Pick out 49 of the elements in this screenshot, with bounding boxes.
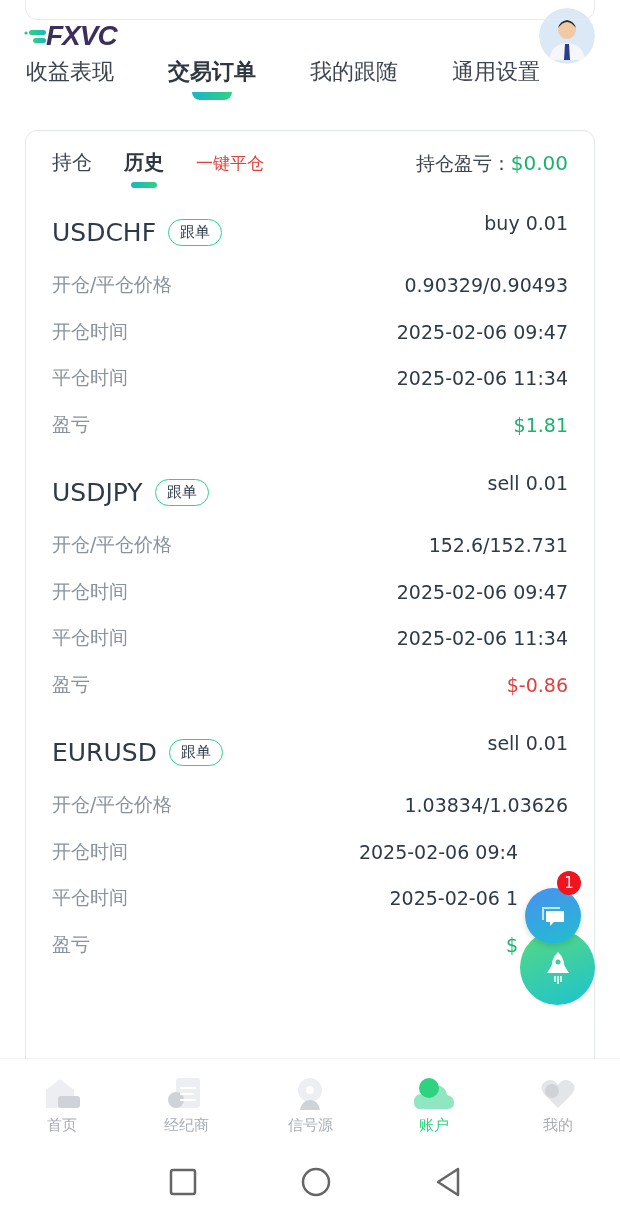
- recent-apps-icon[interactable]: [169, 1168, 197, 1196]
- field-value: 2025-02-06 1: [389, 887, 518, 910]
- avatar[interactable]: [539, 8, 595, 64]
- home-button-icon[interactable]: [301, 1167, 331, 1197]
- notification-badge: 1: [557, 871, 581, 895]
- field-label: 开仓时间: [52, 578, 128, 604]
- field-value: $1.81: [513, 413, 568, 436]
- chat-button[interactable]: [525, 888, 581, 944]
- field-value: 2025-02-06 09:47: [396, 320, 568, 343]
- tab[interactable]: 交易订单: [168, 54, 256, 100]
- chat-icon: [540, 905, 566, 927]
- rocket-icon: [544, 950, 571, 985]
- field-value: 0.90329/0.90493: [404, 274, 568, 297]
- pnl-value: $0.00: [510, 150, 568, 175]
- side-lot: sell 0.01: [487, 472, 568, 494]
- field-value: 2025-02-06 11:34: [396, 367, 568, 390]
- logo: FXVC: [46, 22, 117, 50]
- cloud-icon: [412, 1075, 456, 1112]
- field-value: 2025-02-06 09:47: [396, 580, 568, 603]
- field-label: 开仓时间: [52, 318, 128, 344]
- subtab[interactable]: 历史: [124, 139, 164, 188]
- field-value: 2025-02-06 11:34: [396, 627, 568, 650]
- subtab[interactable]: 持仓: [52, 139, 92, 188]
- close-all-link[interactable]: 一键平仓: [196, 152, 264, 175]
- field-label: 平仓时间: [52, 885, 128, 911]
- field-label: 盈亏: [52, 411, 90, 437]
- field-label: 平仓时间: [52, 625, 128, 651]
- side-lot: buy 0.01: [484, 212, 568, 234]
- field-label: 盈亏: [52, 671, 90, 697]
- tab[interactable]: 收益表现: [26, 54, 114, 100]
- field-label: 开仓时间: [52, 838, 128, 864]
- pnl-label: 持仓盈亏：: [415, 150, 511, 176]
- field-value: $-0.86: [506, 673, 568, 696]
- back-icon[interactable]: [435, 1167, 461, 1197]
- symbol: EURUSD: [52, 737, 157, 767]
- symbol: USDCHF: [52, 217, 157, 247]
- field-value: 1.03834/1.03626: [404, 794, 568, 817]
- field-value: $: [505, 933, 518, 956]
- tab[interactable]: 通用设置: [452, 54, 540, 100]
- field-label: 平仓时间: [52, 365, 128, 391]
- field-label: 开仓/平仓价格: [52, 792, 173, 818]
- field-label: 盈亏: [52, 931, 90, 957]
- symbol: USDJPY: [52, 477, 143, 507]
- field-value: 2025-02-06 09:4: [358, 840, 518, 863]
- field-label: 开仓/平仓价格: [52, 532, 173, 558]
- side-lot: sell 0.01: [487, 732, 568, 754]
- field-value: 152.6/152.731: [428, 534, 568, 557]
- tab[interactable]: 我的跟随: [310, 54, 398, 100]
- field-label: 开仓/平仓价格: [52, 272, 173, 298]
